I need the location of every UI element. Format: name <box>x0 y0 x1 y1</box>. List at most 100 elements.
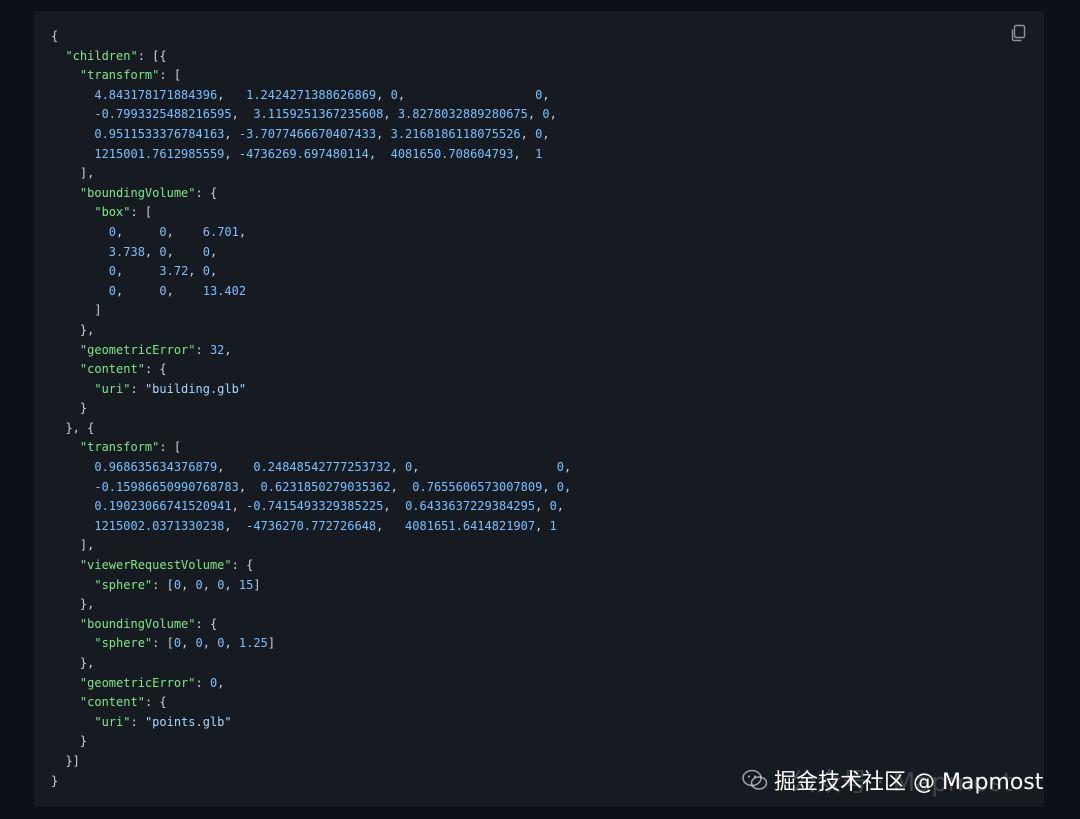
json-number: 0 <box>173 636 182 651</box>
json-punctuation: , <box>116 224 160 239</box>
json-number: 6.701 <box>202 224 239 239</box>
json-number: 0 <box>195 636 203 651</box>
json-punctuation: }, <box>51 656 95 670</box>
json-punctuation: , <box>556 499 565 514</box>
json-punctuation: , <box>231 499 247 514</box>
json-punctuation: , <box>116 264 160 279</box>
json-key: "transform" <box>79 68 160 83</box>
code-line: "sphere": [0, 0, 0, 1.25] <box>51 634 571 654</box>
code-line: }] <box>51 752 571 772</box>
json-punctuation: , <box>542 479 557 494</box>
json-number: 0 <box>159 244 167 259</box>
copy-icon <box>1011 24 1026 42</box>
json-punctuation: , <box>202 577 218 592</box>
json-punctuation: ], <box>51 166 95 181</box>
wechat-logo-icon <box>742 769 768 790</box>
json-punctuation: , <box>376 87 391 102</box>
code-block: { "children": [{ "transform": [ 4.843178… <box>34 11 1044 807</box>
json-punctuation: : <box>130 714 145 729</box>
json-number: 0 <box>108 264 117 279</box>
json-punctuation: }, <box>51 322 95 337</box>
json-number: 0.9511533376784163 <box>94 126 225 141</box>
json-punctuation: , <box>166 244 203 259</box>
code-line: "transform": [ <box>51 66 571 86</box>
code-line: 0.968635634376879, 0.24848542777253732, … <box>51 458 571 478</box>
json-punctuation: , <box>412 460 557 475</box>
json-punctuation: , <box>231 107 254 122</box>
json-number: 0.24848542777253732 <box>253 460 391 475</box>
code-line: "boundingVolume": { <box>51 184 571 204</box>
page-background: { "children": [{ "transform": [ 4.843178… <box>0 0 1080 819</box>
json-number: -0.7993325488216595 <box>94 107 232 122</box>
json-number: 0 <box>549 499 557 514</box>
code-line: "viewerRequestVolume": { <box>51 556 571 576</box>
json-punctuation: ] <box>267 636 276 651</box>
json-number: 1 <box>549 518 557 533</box>
code-content: { "children": [{ "transform": [ 4.843178… <box>51 27 571 791</box>
json-string: "points.glb" <box>144 714 232 729</box>
json-string: "building.glb" <box>144 381 247 396</box>
json-punctuation: , <box>166 224 203 239</box>
json-punctuation: , <box>181 636 196 651</box>
code-line: "content": { <box>51 693 571 713</box>
json-number: 0 <box>159 224 167 239</box>
json-punctuation: , <box>224 126 239 141</box>
json-punctuation <box>51 147 94 161</box>
code-line: "children": [{ <box>51 47 571 67</box>
json-punctuation: , <box>376 518 406 533</box>
code-line: 0, 0, 13.402 <box>51 282 571 302</box>
code-line: "boundingVolume": { <box>51 615 571 635</box>
json-number: 1215002.0371330238 <box>94 518 225 533</box>
json-punctuation: , <box>224 146 239 161</box>
json-punctuation <box>51 362 80 376</box>
json-punctuation <box>51 617 80 631</box>
code-line: ], <box>51 536 571 556</box>
json-punctuation: } <box>51 773 59 788</box>
json-punctuation: : [ <box>152 636 174 651</box>
code-line: 0.19023066741520941, -0.7415493329385225… <box>51 497 571 517</box>
json-punctuation: : <box>195 342 210 357</box>
json-punctuation <box>51 205 94 219</box>
json-punctuation: , <box>535 499 550 514</box>
json-key: "uri" <box>94 381 131 396</box>
json-number: 3.72 <box>159 264 189 279</box>
json-punctuation: , <box>202 636 218 651</box>
json-punctuation: , <box>564 479 572 494</box>
json-key: "boundingVolume" <box>79 185 196 200</box>
json-key: "uri" <box>94 714 131 729</box>
json-punctuation <box>51 460 94 474</box>
copy-button[interactable] <box>1008 23 1028 43</box>
code-line: }, <box>51 654 571 674</box>
json-number: 0.6433637229384295 <box>405 499 536 514</box>
json-punctuation: , <box>188 264 203 279</box>
json-punctuation: , <box>527 107 543 122</box>
json-punctuation: } <box>51 734 88 749</box>
json-key: "sphere" <box>94 636 153 651</box>
code-line: } <box>51 732 571 752</box>
json-punctuation: : [ <box>159 68 182 83</box>
json-number: 3.8278032889280675 <box>397 107 528 122</box>
json-punctuation: , <box>166 283 203 298</box>
json-punctuation <box>51 264 109 278</box>
json-punctuation: , <box>238 224 247 239</box>
json-punctuation: , <box>390 460 406 475</box>
json-punctuation: , <box>224 636 239 651</box>
code-line: ] <box>51 301 571 321</box>
json-punctuation: , <box>397 87 536 102</box>
json-punctuation: , <box>224 577 239 592</box>
code-line: "uri": "points.glb" <box>51 713 571 733</box>
json-punctuation: , <box>209 244 218 259</box>
json-punctuation: : { <box>195 616 218 631</box>
json-punctuation <box>51 88 94 102</box>
code-line: 0, 0, 6.701, <box>51 223 571 243</box>
json-punctuation: , <box>224 342 232 357</box>
json-key: "viewerRequestVolume" <box>79 558 232 573</box>
json-punctuation <box>51 186 80 200</box>
json-punctuation: } <box>51 401 88 416</box>
json-number: -0.7415493329385225 <box>246 499 384 514</box>
json-punctuation: : <box>130 381 145 396</box>
json-key: "boundingVolume" <box>79 616 196 631</box>
json-punctuation: : { <box>144 362 167 377</box>
json-punctuation: , <box>390 479 413 494</box>
json-punctuation: , <box>217 460 254 475</box>
